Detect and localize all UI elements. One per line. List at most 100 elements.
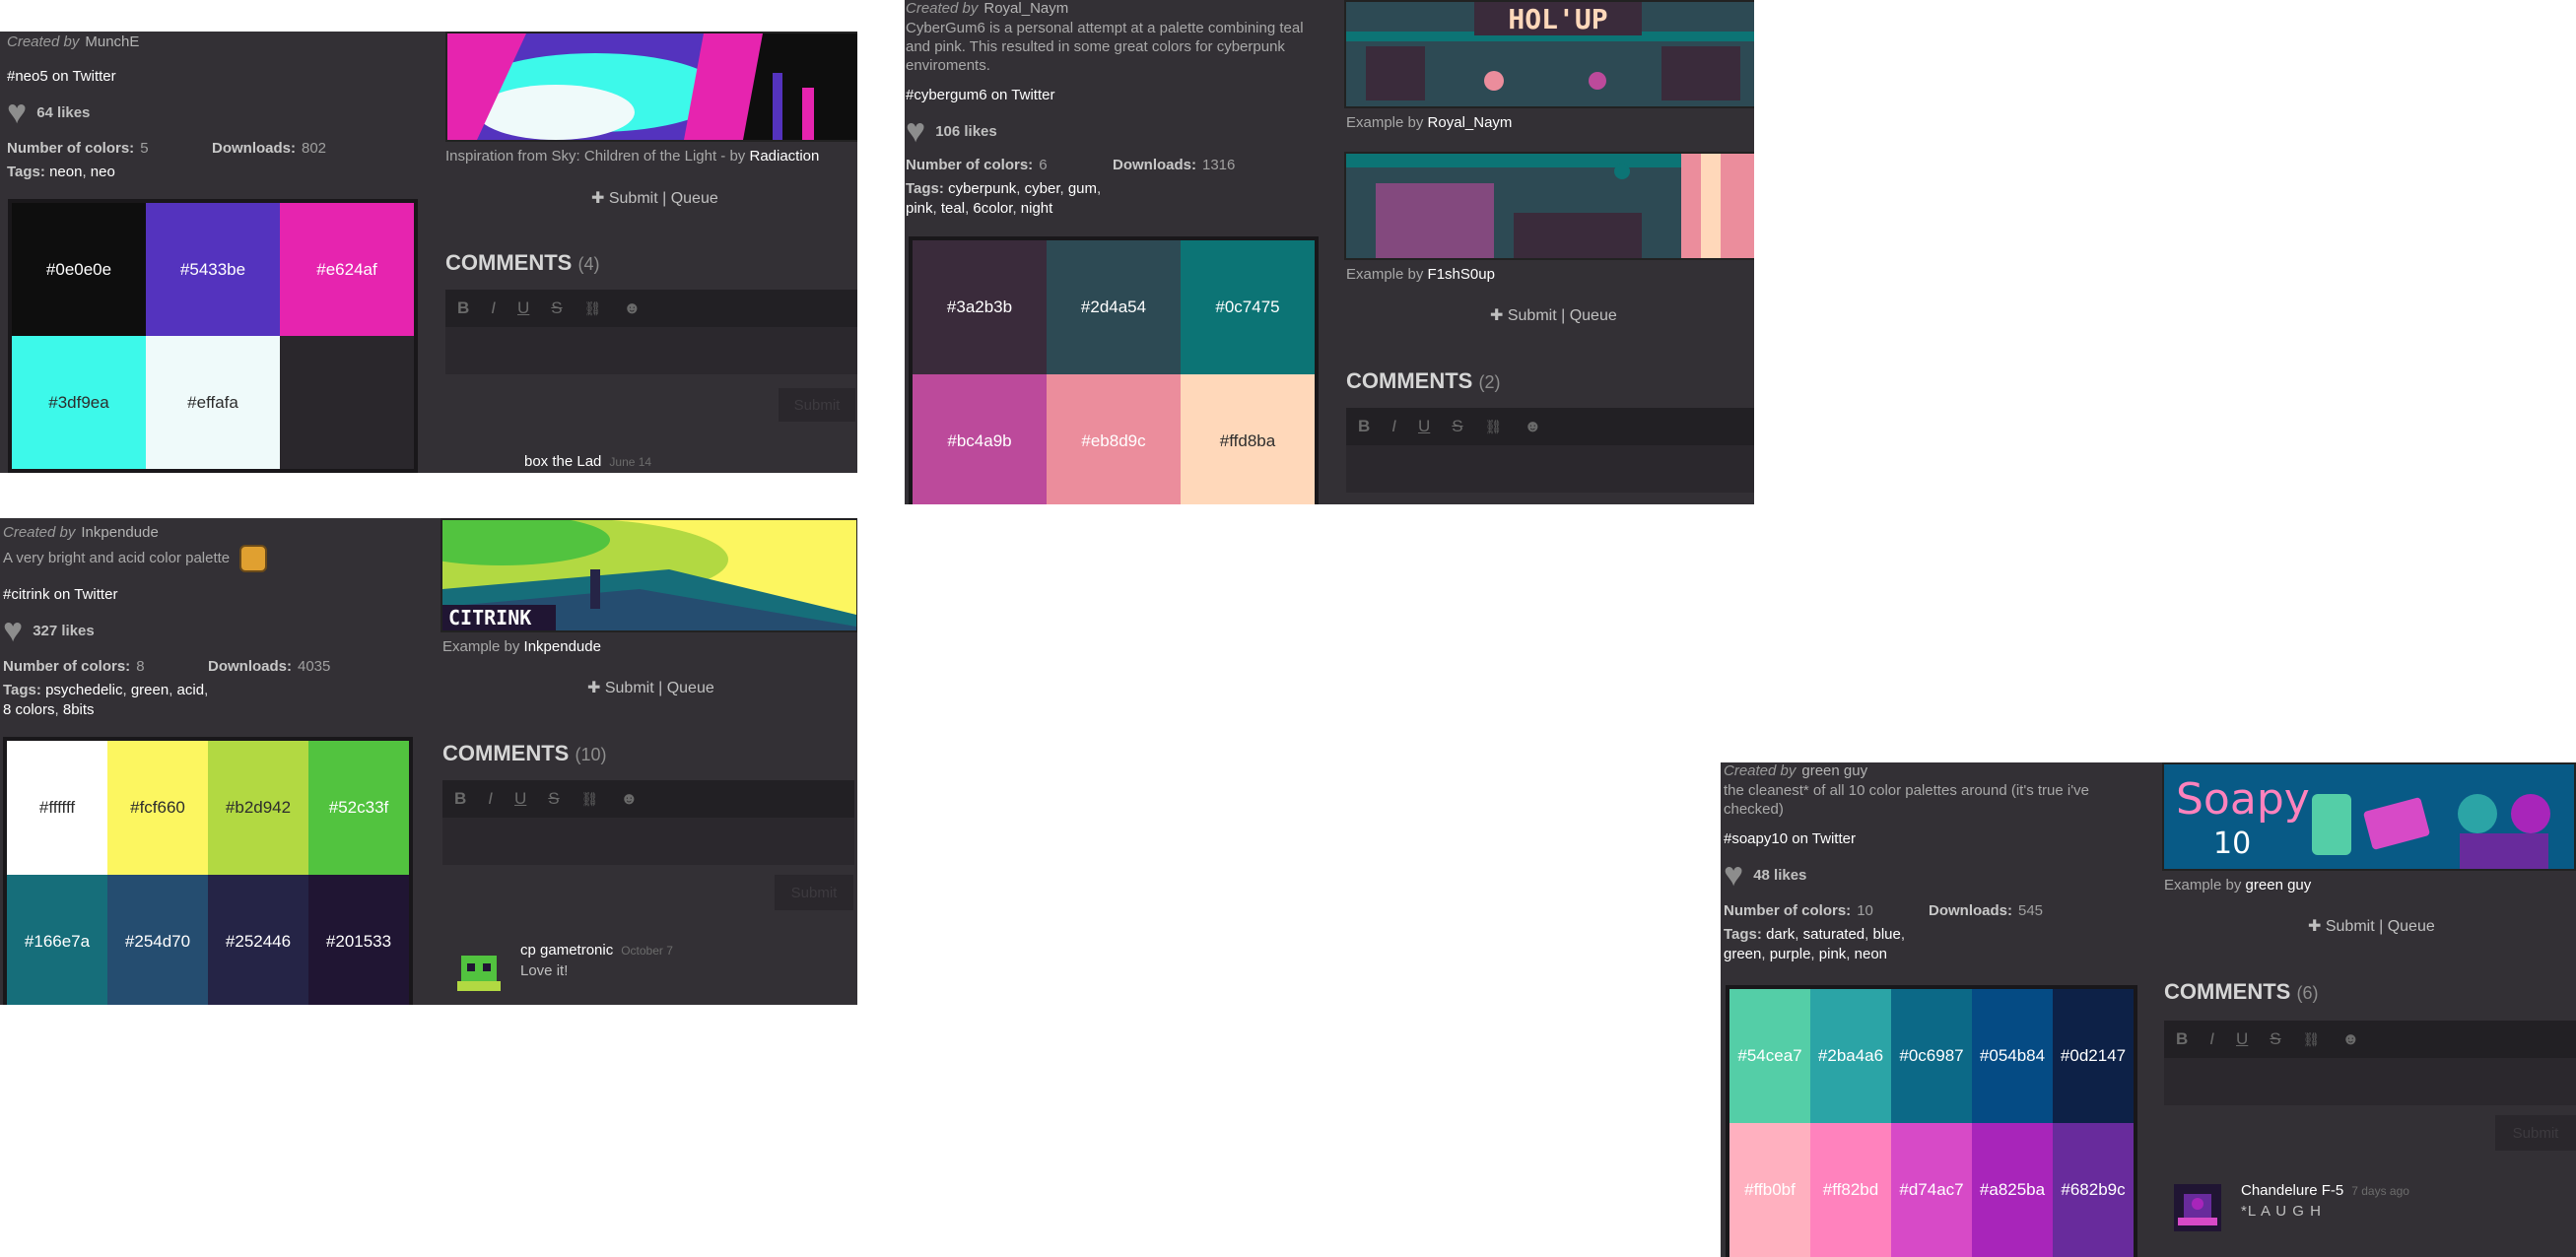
color-swatch[interactable]: #effafa — [146, 336, 280, 469]
strikethrough-icon[interactable]: S — [1452, 417, 1462, 436]
creator-link[interactable]: green guy — [1801, 762, 1867, 779]
creator-link[interactable]: MunchE — [85, 33, 139, 50]
bold-icon[interactable]: B — [2176, 1029, 2188, 1049]
color-swatch[interactable]: #a825ba — [1972, 1123, 2053, 1257]
italic-icon[interactable]: I — [2209, 1029, 2214, 1049]
tag-link[interactable]: night — [1021, 200, 1053, 217]
color-swatch[interactable]: #3a2b3b — [913, 240, 1047, 374]
example-image[interactable] — [1344, 152, 1754, 260]
color-swatch[interactable]: #ffb0bf — [1729, 1123, 1810, 1257]
submit-queue-link[interactable]: ✚ Submit | Queue — [587, 678, 714, 697]
comment-avatar[interactable] — [451, 942, 507, 997]
color-swatch[interactable]: #201533 — [308, 875, 409, 1005]
color-swatch[interactable]: #e624af — [280, 203, 414, 336]
example-author-link[interactable]: Royal_Naym — [1428, 114, 1513, 131]
bold-icon[interactable]: B — [457, 298, 469, 318]
heart-icon[interactable]: ♥ — [1724, 858, 1743, 892]
tag-link[interactable]: saturated — [1803, 926, 1865, 943]
tag-link[interactable]: neo — [91, 164, 115, 180]
color-swatch[interactable]: #d74ac7 — [1891, 1123, 1972, 1257]
tag-link[interactable]: gum — [1068, 180, 1097, 197]
example-image[interactable]: CITRINK — [441, 518, 857, 632]
emoji-icon[interactable]: ☻ — [620, 789, 638, 809]
like-row[interactable]: ♥ 64 likes — [7, 96, 421, 129]
tag-link[interactable]: dark — [1766, 926, 1795, 943]
submit-queue-link[interactable]: ✚ Submit | Queue — [2308, 916, 2435, 936]
strikethrough-icon[interactable]: S — [551, 298, 562, 318]
comment-editor[interactable]: B I U S ⛓ ☻ — [445, 290, 857, 374]
emoji-icon[interactable]: ☻ — [1524, 417, 1541, 436]
color-swatch[interactable]: #ffd8ba — [1181, 374, 1315, 504]
heart-icon[interactable]: ♥ — [3, 614, 23, 647]
twitter-link[interactable]: #citrink on Twitter — [3, 586, 417, 603]
submit-queue-link[interactable]: ✚ Submit | Queue — [1490, 305, 1617, 325]
twitter-link[interactable]: #neo5 on Twitter — [7, 68, 421, 85]
color-swatch[interactable]: #ffffff — [7, 741, 107, 875]
color-swatch[interactable]: #0e0e0e — [12, 203, 146, 336]
color-swatch[interactable]: #3df9ea — [12, 336, 146, 469]
tag-link[interactable]: 8bits — [63, 701, 95, 718]
heart-icon[interactable]: ♥ — [7, 96, 27, 129]
tag-link[interactable]: psychedelic — [45, 682, 122, 698]
color-swatch[interactable]: #5433be — [146, 203, 280, 336]
color-swatch[interactable]: #166e7a — [7, 875, 107, 1005]
italic-icon[interactable]: I — [491, 298, 496, 318]
link-icon[interactable]: ⛓ — [2303, 1031, 2321, 1048]
link-icon[interactable]: ⛓ — [581, 791, 599, 808]
like-row[interactable]: ♥ 106 likes — [906, 114, 1320, 148]
color-swatch[interactable]: #b2d942 — [208, 741, 308, 875]
color-swatch[interactable]: #eb8d9c — [1047, 374, 1181, 504]
tag-link[interactable]: green — [1724, 946, 1761, 962]
color-swatch[interactable]: #52c33f — [308, 741, 409, 875]
comment-editor[interactable]: B I U S ⛓ ☻ — [2164, 1021, 2576, 1105]
strikethrough-icon[interactable]: S — [548, 789, 559, 809]
underline-icon[interactable]: U — [2236, 1029, 2248, 1049]
tag-link[interactable]: 8 colors — [3, 701, 55, 718]
example-image[interactable] — [445, 32, 857, 142]
creator-link[interactable]: Inkpendude — [81, 524, 158, 541]
twitter-link[interactable]: #cybergum6 on Twitter — [906, 87, 1320, 103]
comment-author[interactable]: box the Lad — [524, 453, 601, 470]
like-row[interactable]: ♥ 327 likes — [3, 614, 417, 647]
emoji-icon[interactable]: ☻ — [623, 298, 641, 318]
tag-link[interactable]: neon — [1855, 946, 1887, 962]
tag-link[interactable]: pink — [906, 200, 933, 217]
color-swatch[interactable]: #682b9c — [2053, 1123, 2134, 1257]
tag-link[interactable]: neon — [49, 164, 82, 180]
tag-link[interactable]: cyber — [1025, 180, 1060, 197]
color-swatch[interactable]: #54cea7 — [1729, 989, 1810, 1123]
color-swatch[interactable]: #bc4a9b — [913, 374, 1047, 504]
color-swatch[interactable]: #2d4a54 — [1047, 240, 1181, 374]
bold-icon[interactable]: B — [454, 789, 466, 809]
example-author-link[interactable]: green guy — [2246, 877, 2312, 893]
example-author-link[interactable]: F1shS0up — [1428, 266, 1495, 283]
color-swatch[interactable]: #254d70 — [107, 875, 208, 1005]
color-swatch[interactable]: #252446 — [208, 875, 308, 1005]
tag-link[interactable]: acid — [177, 682, 205, 698]
color-swatch[interactable]: #fcf660 — [107, 741, 208, 875]
comment-editor[interactable]: B I U S ⛓ ☻ — [442, 780, 854, 865]
comment-author[interactable]: Chandelure F-5 — [2241, 1182, 2343, 1199]
submit-comment-button[interactable]: Submit — [775, 875, 853, 910]
example-image[interactable]: HOL'UP — [1344, 0, 1754, 108]
strikethrough-icon[interactable]: S — [2270, 1029, 2280, 1049]
comment-author[interactable]: cp gametronic — [520, 942, 613, 959]
creator-link[interactable]: Royal_Naym — [983, 0, 1068, 17]
submit-comment-button[interactable]: Submit — [2495, 1115, 2576, 1151]
underline-icon[interactable]: U — [514, 789, 526, 809]
tag-link[interactable]: green — [131, 682, 169, 698]
underline-icon[interactable]: U — [1418, 417, 1430, 436]
twitter-link[interactable]: #soapy10 on Twitter — [1724, 830, 2137, 847]
color-swatch[interactable]: #ff82bd — [1810, 1123, 1891, 1257]
tag-link[interactable]: pink — [1819, 946, 1847, 962]
example-author-link[interactable]: Inkpendude — [524, 638, 601, 655]
submit-comment-button[interactable]: Submit — [779, 388, 855, 422]
tag-link[interactable]: cyberpunk — [948, 180, 1016, 197]
color-swatch[interactable]: #054b84 — [1972, 989, 2053, 1123]
comment-editor[interactable]: B I U S ⛓ ☻ — [1346, 408, 1754, 493]
color-swatch[interactable]: #2ba4a6 — [1810, 989, 1891, 1123]
underline-icon[interactable]: U — [517, 298, 529, 318]
tag-link[interactable]: teal — [941, 200, 965, 217]
like-row[interactable]: ♥ 48 likes — [1724, 858, 2137, 892]
italic-icon[interactable]: I — [488, 789, 493, 809]
